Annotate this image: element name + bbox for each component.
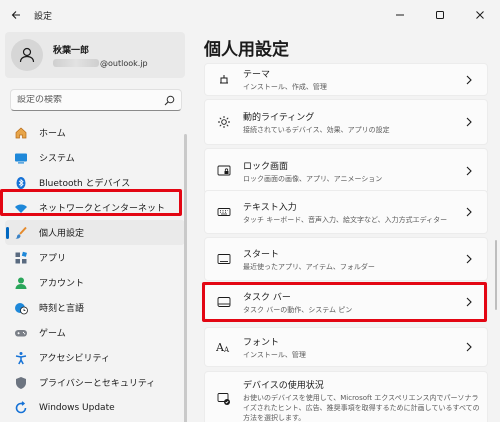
sidebar-item-gaming[interactable]: ゲーム bbox=[5, 320, 185, 345]
sidebar-item-bluetooth[interactable]: Bluetooth とデバイス bbox=[5, 170, 185, 195]
window-title: 設定 bbox=[34, 11, 53, 22]
accessibility-icon bbox=[13, 350, 29, 366]
card-taskbar[interactable]: タスク バー タスク バーの動作、システム ピン bbox=[204, 284, 488, 320]
back-arrow-icon bbox=[11, 11, 20, 19]
main-scrollbar[interactable] bbox=[495, 240, 497, 310]
chevron-right-icon bbox=[466, 166, 472, 176]
title-bar: 設定 bbox=[0, 0, 500, 30]
sidebar: 秋葉一郎 @outlook.jp ホーム システム Bl bbox=[0, 30, 196, 422]
card-start[interactable]: スタート 最近使ったアプリ、アイテム、フォルダー bbox=[204, 237, 488, 281]
sidebar-item-accounts[interactable]: アカウント bbox=[5, 270, 185, 295]
email-suffix: @outlook.jp bbox=[100, 58, 148, 68]
sidebar-item-personalization[interactable]: 個人用設定 bbox=[5, 220, 185, 245]
taskbar-icon bbox=[215, 293, 233, 311]
search-box[interactable] bbox=[10, 89, 182, 111]
chevron-right-icon bbox=[466, 207, 472, 217]
system-icon bbox=[13, 150, 29, 166]
card-dynamic-lighting[interactable]: 動的ライティング 接続されているデバイス、効果、アプリの設定 bbox=[204, 99, 488, 145]
card-fonts[interactable]: AA フォント インストール、管理 bbox=[204, 327, 488, 367]
sidebar-item-windows-update[interactable]: Windows Update bbox=[5, 395, 185, 420]
sidebar-item-time-language[interactable]: 時刻と言語 bbox=[5, 295, 185, 320]
minimize-button[interactable] bbox=[380, 0, 420, 30]
search-icon[interactable] bbox=[164, 95, 175, 106]
user-card[interactable]: 秋葉一郎 @outlook.jp bbox=[5, 32, 185, 78]
bluetooth-icon bbox=[13, 175, 29, 191]
theme-icon bbox=[215, 71, 233, 89]
brush-icon bbox=[13, 225, 29, 241]
sidebar-item-home[interactable]: ホーム bbox=[5, 120, 185, 145]
minimize-icon bbox=[396, 14, 404, 16]
account-icon bbox=[13, 275, 29, 291]
card-themes[interactable]: テーマ インストール、作成、管理 bbox=[204, 63, 488, 96]
maximize-icon bbox=[436, 11, 444, 19]
update-icon bbox=[13, 400, 29, 416]
user-email: @outlook.jp bbox=[53, 59, 148, 68]
shield-icon bbox=[13, 375, 29, 391]
keyboard-icon bbox=[215, 203, 233, 221]
sidebar-item-apps[interactable]: アプリ bbox=[5, 245, 185, 270]
home-icon bbox=[13, 125, 29, 141]
sidebar-scrollbar[interactable] bbox=[184, 134, 187, 422]
close-icon bbox=[476, 11, 484, 19]
card-text-input[interactable]: テキスト入力 タッチ キーボード、音声入力、絵文字など、入力方式エディター bbox=[204, 190, 488, 234]
sidebar-item-privacy-security[interactable]: プライバシーとセキュリティ bbox=[5, 370, 185, 395]
window-controls bbox=[380, 0, 500, 30]
avatar bbox=[11, 39, 43, 71]
back-button[interactable] bbox=[6, 5, 26, 25]
chevron-right-icon bbox=[466, 75, 472, 84]
wifi-icon bbox=[13, 200, 29, 216]
dynamic-lighting-icon bbox=[215, 113, 233, 131]
card-lock-screen[interactable]: ロック画面 ロック画面の画像、アプリ、アニメーション bbox=[204, 148, 488, 194]
sidebar-item-system[interactable]: システム bbox=[5, 145, 185, 170]
page-title: 個人用設定 bbox=[204, 40, 289, 60]
search-input[interactable] bbox=[17, 95, 157, 105]
font-icon: AA bbox=[215, 338, 233, 356]
maximize-button[interactable] bbox=[420, 0, 460, 30]
sidebar-item-accessibility[interactable]: アクセシビリティ bbox=[5, 345, 185, 370]
svg-text:A: A bbox=[223, 346, 230, 354]
apps-icon bbox=[13, 250, 29, 266]
email-redaction bbox=[53, 59, 99, 67]
start-icon bbox=[215, 250, 233, 268]
device-usage-icon bbox=[215, 390, 233, 408]
sidebar-nav: ホーム システム Bluetooth とデバイス ネットワークとインターネット … bbox=[5, 120, 185, 420]
lock-screen-icon bbox=[215, 162, 233, 180]
chevron-right-icon bbox=[466, 342, 472, 352]
user-icon bbox=[19, 47, 35, 63]
close-button[interactable] bbox=[460, 0, 500, 30]
gamepad-icon bbox=[13, 325, 29, 341]
chevron-right-icon bbox=[466, 254, 472, 264]
user-name: 秋葉一郎 bbox=[53, 45, 90, 56]
sidebar-item-network[interactable]: ネットワークとインターネット bbox=[5, 195, 185, 220]
globe-clock-icon bbox=[13, 300, 29, 316]
chevron-right-icon bbox=[466, 117, 472, 127]
card-device-usage[interactable]: デバイスの使用状況 お使いのデバイスを使用して、Microsoft エクスペリエ… bbox=[204, 371, 488, 422]
chevron-right-icon bbox=[466, 297, 472, 307]
